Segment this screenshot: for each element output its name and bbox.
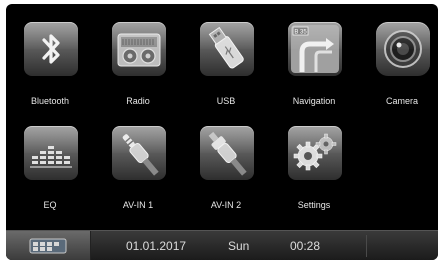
camera-label: Camera bbox=[385, 96, 418, 106]
equalizer-icon bbox=[24, 126, 78, 180]
app-navigation[interactable]: B 35 Navigation bbox=[272, 8, 356, 108]
usb-icon bbox=[200, 22, 254, 76]
settings-label: Settings bbox=[297, 200, 331, 210]
camera-icon bbox=[376, 22, 430, 76]
av-in-2-label: AV-IN 2 bbox=[210, 200, 242, 210]
app-usb[interactable]: USB bbox=[184, 8, 268, 108]
head-unit-screen: Bluetooth Radio USB B 35 Navigation Came… bbox=[6, 4, 438, 260]
status-bar: 01.01.2017 Sun 00:28 bbox=[6, 230, 438, 260]
av-cable-icon bbox=[112, 126, 166, 180]
status-divider bbox=[366, 235, 367, 257]
nav-sign-text: B 35 bbox=[294, 30, 307, 36]
radio-label: Radio bbox=[126, 96, 150, 106]
app-eq[interactable]: EQ bbox=[8, 112, 92, 212]
status-time: 00:28 bbox=[290, 239, 321, 253]
app-bluetooth[interactable]: Bluetooth bbox=[8, 8, 92, 108]
app-settings[interactable]: Settings bbox=[272, 112, 356, 212]
status-date: 01.01.2017 bbox=[126, 239, 187, 253]
radio-icon bbox=[112, 22, 166, 76]
app-av-in-2[interactable]: AV-IN 2 bbox=[184, 112, 268, 212]
rca-cable-icon bbox=[200, 126, 254, 180]
eq-label: EQ bbox=[43, 200, 57, 210]
home-icon bbox=[29, 238, 67, 254]
usb-label: USB bbox=[216, 96, 236, 106]
app-camera[interactable]: Camera bbox=[360, 8, 438, 108]
bluetooth-icon bbox=[24, 22, 78, 76]
app-grid: Bluetooth Radio USB B 35 Navigation Came… bbox=[6, 4, 438, 230]
navigation-icon: B 35 bbox=[288, 22, 342, 76]
app-radio[interactable]: Radio bbox=[96, 8, 180, 108]
home-button[interactable] bbox=[6, 231, 91, 260]
gears-icon bbox=[288, 126, 342, 180]
bluetooth-label: Bluetooth bbox=[30, 96, 70, 106]
navigation-label: Navigation bbox=[292, 96, 336, 106]
status-day: Sun bbox=[228, 239, 250, 253]
av-in-1-label: AV-IN 1 bbox=[122, 200, 154, 210]
app-av-in-1[interactable]: AV-IN 1 bbox=[96, 112, 180, 212]
